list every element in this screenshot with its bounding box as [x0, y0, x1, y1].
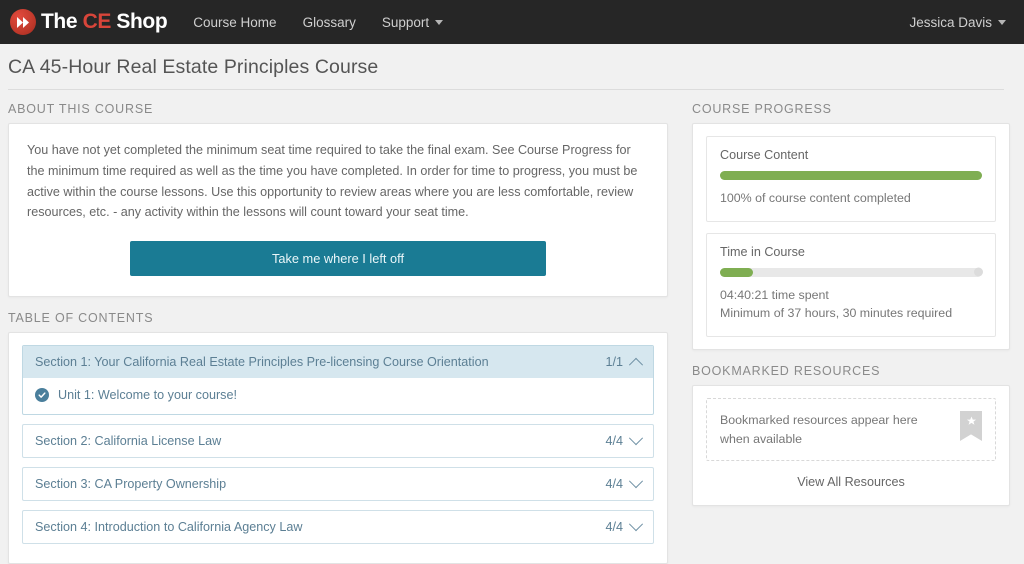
nav-label: Course Home: [193, 15, 276, 30]
course-progress-card: Course Content 100% of course content co…: [692, 123, 1010, 350]
about-course-text: You have not yet completed the minimum s…: [27, 140, 649, 223]
page-header: CA 45-Hour Real Estate Principles Course: [0, 44, 1024, 90]
bookmarks-empty-placeholder: Bookmarked resources appear here when av…: [706, 398, 996, 461]
logo-word-shop: Shop: [116, 10, 167, 33]
table-of-contents-card: Section 1: Your California Real Estate P…: [8, 332, 668, 564]
progress-title: Course Content: [720, 148, 982, 162]
toc-section-count: 4/4: [605, 520, 623, 534]
course-content-progress-bar: [720, 171, 982, 180]
take-me-where-i-left-off-button[interactable]: Take me where I left off: [130, 241, 546, 276]
toc-section-title: Section 3: CA Property Ownership: [35, 477, 605, 491]
toc-section-1: Section 1: Your California Real Estate P…: [22, 345, 654, 415]
toc-section-label: TABLE OF CONTENTS: [8, 311, 668, 325]
time-in-course-progress-bar: [720, 268, 982, 277]
logo-text: The CE Shop: [41, 10, 167, 34]
table-of-contents-section: TABLE OF CONTENTS Section 1: Your Califo…: [8, 311, 668, 564]
site-logo[interactable]: The CE Shop: [10, 9, 167, 35]
chevron-down-icon: [435, 20, 443, 25]
toc-section-title: Section 4: Introduction to California Ag…: [35, 520, 605, 534]
left-column: ABOUT THIS COURSE You have not yet compl…: [8, 102, 668, 564]
progress-title: Time in Course: [720, 245, 982, 259]
top-navigation-bar: The CE Shop Course Home Glossary Support…: [0, 0, 1024, 44]
toc-section-count: 4/4: [605, 477, 623, 491]
progress-bar-fill: [720, 268, 753, 277]
page-title: CA 45-Hour Real Estate Principles Course: [8, 56, 1010, 79]
nav-item-glossary[interactable]: Glossary: [303, 15, 356, 30]
main-content: ABOUT THIS COURSE You have not yet compl…: [0, 90, 1024, 564]
progress-block-course-content: Course Content 100% of course content co…: [706, 136, 996, 222]
main-nav: Course Home Glossary Support: [193, 15, 443, 30]
bookmarked-resources-card: Bookmarked resources appear here when av…: [692, 385, 1010, 506]
check-circle-icon: [35, 388, 49, 402]
about-section-label: ABOUT THIS COURSE: [8, 102, 668, 116]
user-menu-area: Jessica Davis: [909, 15, 1006, 30]
progress-detail-line: 100% of course content completed: [720, 190, 982, 208]
chevron-up-icon: [629, 358, 643, 372]
progress-bar-knob: [974, 268, 983, 277]
toc-section-title: Section 1: Your California Real Estate P…: [35, 355, 605, 369]
user-name: Jessica Davis: [909, 15, 992, 30]
progress-detail-line: 04:40:21 time spent: [720, 287, 982, 305]
toc-section-4: Section 4: Introduction to California Ag…: [22, 510, 654, 544]
toc-section-count: 4/4: [605, 434, 623, 448]
right-column: COURSE PROGRESS Course Content 100% of c…: [692, 102, 1010, 564]
chevron-down-icon: [629, 474, 643, 488]
view-all-resources-link[interactable]: View All Resources: [706, 461, 996, 493]
toc-section-body: Unit 1: Welcome to your course!: [23, 378, 653, 414]
toc-unit-item[interactable]: Unit 1: Welcome to your course!: [35, 388, 641, 402]
toc-section-header[interactable]: Section 1: Your California Real Estate P…: [23, 346, 653, 378]
about-this-course-card: You have not yet completed the minimum s…: [8, 123, 668, 297]
toc-section-header[interactable]: Section 2: California License Law 4/4: [23, 425, 653, 457]
chevron-down-icon: [629, 517, 643, 531]
fast-forward-icon: [10, 9, 36, 35]
toc-section-count: 1/1: [605, 355, 623, 369]
progress-block-time-in-course: Time in Course 04:40:21 time spent Minim…: [706, 233, 996, 337]
toc-unit-title: Unit 1: Welcome to your course!: [58, 388, 237, 402]
logo-word-the: The: [41, 10, 77, 33]
nav-item-support[interactable]: Support: [382, 15, 443, 30]
toc-section-header[interactable]: Section 3: CA Property Ownership 4/4: [23, 468, 653, 500]
toc-section-2: Section 2: California License Law 4/4: [22, 424, 654, 458]
nav-label: Support: [382, 15, 429, 30]
chevron-down-icon: [998, 20, 1006, 25]
toc-section-3: Section 3: CA Property Ownership 4/4: [22, 467, 654, 501]
bookmarked-resources-label: BOOKMARKED RESOURCES: [692, 364, 1010, 378]
bookmarks-empty-text: Bookmarked resources appear here when av…: [720, 411, 950, 448]
progress-requirement-line: Minimum of 37 hours, 30 minutes required: [720, 305, 982, 323]
nav-item-course-home[interactable]: Course Home: [193, 15, 276, 30]
user-menu[interactable]: Jessica Davis: [909, 15, 1006, 30]
logo-word-ce: CE: [83, 10, 111, 33]
bookmark-star-icon: [960, 411, 982, 441]
chevron-down-icon: [629, 431, 643, 445]
bookmarked-resources-section: BOOKMARKED RESOURCES Bookmarked resource…: [692, 364, 1010, 506]
nav-label: Glossary: [303, 15, 356, 30]
toc-section-header[interactable]: Section 4: Introduction to California Ag…: [23, 511, 653, 543]
progress-bar-fill: [720, 171, 982, 180]
toc-section-title: Section 2: California License Law: [35, 434, 605, 448]
course-progress-label: COURSE PROGRESS: [692, 102, 1010, 116]
